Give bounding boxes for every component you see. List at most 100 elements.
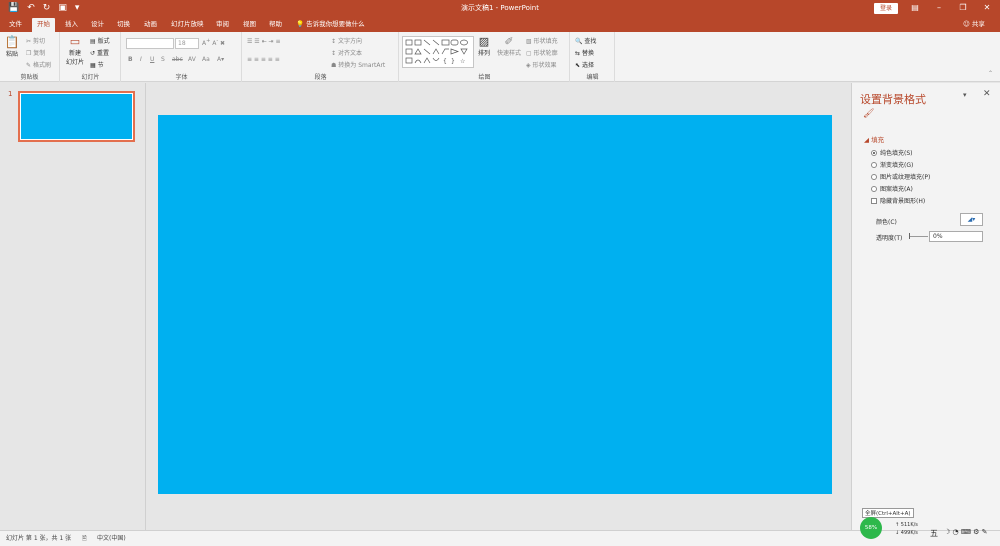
ime-indicator[interactable]: 五 bbox=[930, 528, 938, 539]
minimize-icon[interactable]: – bbox=[927, 2, 951, 14]
char-spacing-icon[interactable]: AV bbox=[188, 56, 196, 63]
section-button[interactable]: ▦ 节 bbox=[90, 60, 104, 69]
tab-review[interactable]: 审阅 bbox=[211, 18, 234, 32]
tell-me-label: 告诉我你想要做什么 bbox=[306, 20, 365, 28]
login-button[interactable]: 登录 bbox=[874, 3, 898, 14]
pane-options-icon[interactable]: ▾ bbox=[963, 91, 967, 99]
hide-graphics-checkbox[interactable] bbox=[871, 197, 877, 204]
format-background-pane: 设置背景格式 ▾ ✕ 🖌 ◢ 填充 纯色填充(S) 渐变填充(G) 图片或纹理填… bbox=[851, 83, 1000, 530]
transparency-slider[interactable] bbox=[909, 233, 928, 239]
smartart-button[interactable]: ☗ 转换为 SmartArt bbox=[331, 60, 385, 69]
replace-button[interactable]: ⇆ 替换 bbox=[575, 48, 594, 57]
slide-canvas[interactable] bbox=[158, 115, 832, 494]
pane-close-icon[interactable]: ✕ bbox=[983, 89, 991, 99]
color-picker-button[interactable]: ◢▾ bbox=[960, 213, 983, 226]
radio-solid[interactable] bbox=[871, 149, 877, 156]
reset-button[interactable]: ↺ 重置 bbox=[90, 48, 109, 57]
paste-icon: 📋 bbox=[4, 35, 20, 49]
text-direction-button[interactable]: ↕ 文字方向 bbox=[331, 36, 362, 45]
shapes-gallery-icons: { } ☆ bbox=[405, 39, 468, 65]
window-title: 演示文稿1 - PowerPoint bbox=[461, 4, 539, 12]
transparency-input[interactable]: 0% bbox=[929, 231, 983, 242]
gradient-fill-label: 渐变填充(G) bbox=[880, 162, 914, 169]
radio-picture[interactable] bbox=[871, 173, 877, 180]
font-color-icon[interactable]: A▾ bbox=[217, 56, 224, 63]
select-button[interactable]: ⬉ 选择 bbox=[575, 60, 594, 69]
bullets-icon[interactable]: ☰ ☰ ⇤ ⇥ ≡ bbox=[247, 38, 280, 45]
font-size-input[interactable]: 18 bbox=[175, 38, 199, 49]
language-status[interactable]: 中文(中国) bbox=[97, 534, 126, 543]
tab-transitions[interactable]: 切换 bbox=[112, 18, 135, 32]
find-button[interactable]: 🔍 查找 bbox=[575, 36, 596, 45]
system-tray: 58% ↑ 511K/s ↓ 499K/s 五 ☽ ◔ ⌨ ⚙ ✎ bbox=[860, 514, 1000, 546]
copy-button[interactable]: ❐ 复制 bbox=[26, 48, 45, 57]
paste-button[interactable]: 📋 粘贴 bbox=[3, 35, 21, 58]
spellcheck-icon[interactable]: 🖹 bbox=[82, 534, 87, 543]
editing-group-label: 编辑 bbox=[586, 74, 599, 81]
slide-editor bbox=[147, 83, 850, 530]
tab-help[interactable]: 帮助 bbox=[264, 18, 287, 32]
gradient-fill-option[interactable]: 渐变填充(G) bbox=[871, 160, 913, 169]
share-button[interactable]: ☺ 共享 bbox=[963, 18, 985, 31]
pattern-fill-option[interactable]: 图案填充(A) bbox=[871, 184, 913, 193]
underline-icon[interactable]: U bbox=[150, 56, 154, 63]
reset-label: 重置 bbox=[96, 50, 109, 57]
solid-fill-option[interactable]: 纯色填充(S) bbox=[871, 148, 913, 157]
ribbon: 📋 粘贴 ✂ 剪切 ❐ 复制 ✎ 格式刷 剪贴板 ▭ 新建 幻灯片 ▤ 版式 ↺… bbox=[0, 32, 1000, 82]
shape-fill-button[interactable]: ▧ 形状填充 bbox=[526, 36, 558, 45]
tab-home[interactable]: 开始 bbox=[32, 18, 55, 32]
quick-styles-button[interactable]: ✐ 快速样式 bbox=[496, 35, 522, 57]
download-speed: ↓ 499K/s bbox=[895, 530, 918, 536]
grow-font-icon[interactable]: A+ A- ✖ bbox=[202, 38, 225, 47]
replace-label: 替换 bbox=[581, 50, 594, 57]
new-slide-button[interactable]: ▭ 新建 幻灯片 bbox=[64, 35, 86, 66]
change-case-icon[interactable]: Aa bbox=[202, 56, 210, 63]
tell-me-search[interactable]: 💡 告诉我你想要做什么 bbox=[296, 18, 365, 31]
tray-icons[interactable]: ☽ ◔ ⌨ ⚙ ✎ bbox=[944, 528, 988, 536]
network-speed-circle[interactable]: 58% bbox=[860, 517, 882, 539]
tab-insert[interactable]: 插入 bbox=[60, 18, 83, 32]
picture-fill-label: 图片或纹理填充(P) bbox=[880, 174, 931, 181]
arrange-button[interactable]: ▨ 排列 bbox=[476, 35, 492, 57]
picture-fill-option[interactable]: 图片或纹理填充(P) bbox=[871, 172, 930, 181]
italic-icon[interactable]: I bbox=[140, 56, 142, 63]
slide-thumbnail[interactable] bbox=[18, 91, 135, 142]
tab-slideshow[interactable]: 幻灯片放映 bbox=[166, 18, 209, 32]
shapes-gallery[interactable]: { } ☆ bbox=[402, 36, 474, 68]
layout-button[interactable]: ▤ 版式 bbox=[90, 36, 110, 45]
bold-icon[interactable]: B bbox=[128, 56, 133, 63]
clipboard-group: 📋 粘贴 ✂ 剪切 ❐ 复制 ✎ 格式刷 剪贴板 bbox=[0, 32, 60, 82]
text-direction-label: 文字方向 bbox=[337, 38, 362, 45]
find-label: 查找 bbox=[584, 38, 597, 45]
shape-effects-button[interactable]: ◈ 形状效果 bbox=[526, 60, 557, 69]
radio-gradient[interactable] bbox=[871, 161, 877, 168]
strikethrough-icon[interactable]: abc bbox=[172, 56, 183, 63]
tab-animations[interactable]: 动画 bbox=[139, 18, 162, 32]
align-text-label: 对齐文本 bbox=[337, 50, 362, 57]
align-icons[interactable]: ≡ ≡ ≡ ≡ ≡ bbox=[247, 56, 280, 63]
restore-icon[interactable]: ❐ bbox=[951, 2, 975, 14]
arrange-icon: ▨ bbox=[478, 35, 490, 48]
hide-graphics-label: 隐藏背景图形(H) bbox=[880, 198, 926, 205]
font-group-label: 字体 bbox=[175, 74, 188, 81]
align-text-button[interactable]: ↕ 对齐文本 bbox=[331, 48, 362, 57]
ribbon-display-icon[interactable]: ▤ bbox=[903, 2, 927, 14]
radio-pattern[interactable] bbox=[871, 185, 877, 192]
collapse-ribbon-icon[interactable]: ⌃ bbox=[988, 70, 993, 77]
tab-view[interactable]: 视图 bbox=[238, 18, 261, 32]
cut-button[interactable]: ✂ 剪切 bbox=[26, 36, 45, 45]
fill-section-header[interactable]: ◢ 填充 bbox=[864, 134, 884, 144]
fill-bucket-icon[interactable]: 🖌 bbox=[863, 109, 874, 119]
shadow-icon[interactable]: S bbox=[161, 56, 165, 63]
hide-graphics-option[interactable]: 隐藏背景图形(H) bbox=[871, 196, 925, 205]
solid-fill-label: 纯色填充(S) bbox=[880, 150, 913, 157]
arrange-label: 排列 bbox=[477, 50, 490, 57]
svg-text:}: } bbox=[451, 58, 455, 65]
clipboard-group-label: 剪贴板 bbox=[20, 74, 39, 81]
close-icon[interactable]: ✕ bbox=[975, 2, 999, 14]
font-name-input[interactable] bbox=[126, 38, 174, 49]
format-painter-button[interactable]: ✎ 格式刷 bbox=[26, 60, 51, 69]
tab-design[interactable]: 设计 bbox=[86, 18, 109, 32]
shape-outline-button[interactable]: ▢ 形状轮廓 bbox=[526, 48, 558, 57]
tab-file[interactable]: 文件 bbox=[4, 18, 27, 32]
